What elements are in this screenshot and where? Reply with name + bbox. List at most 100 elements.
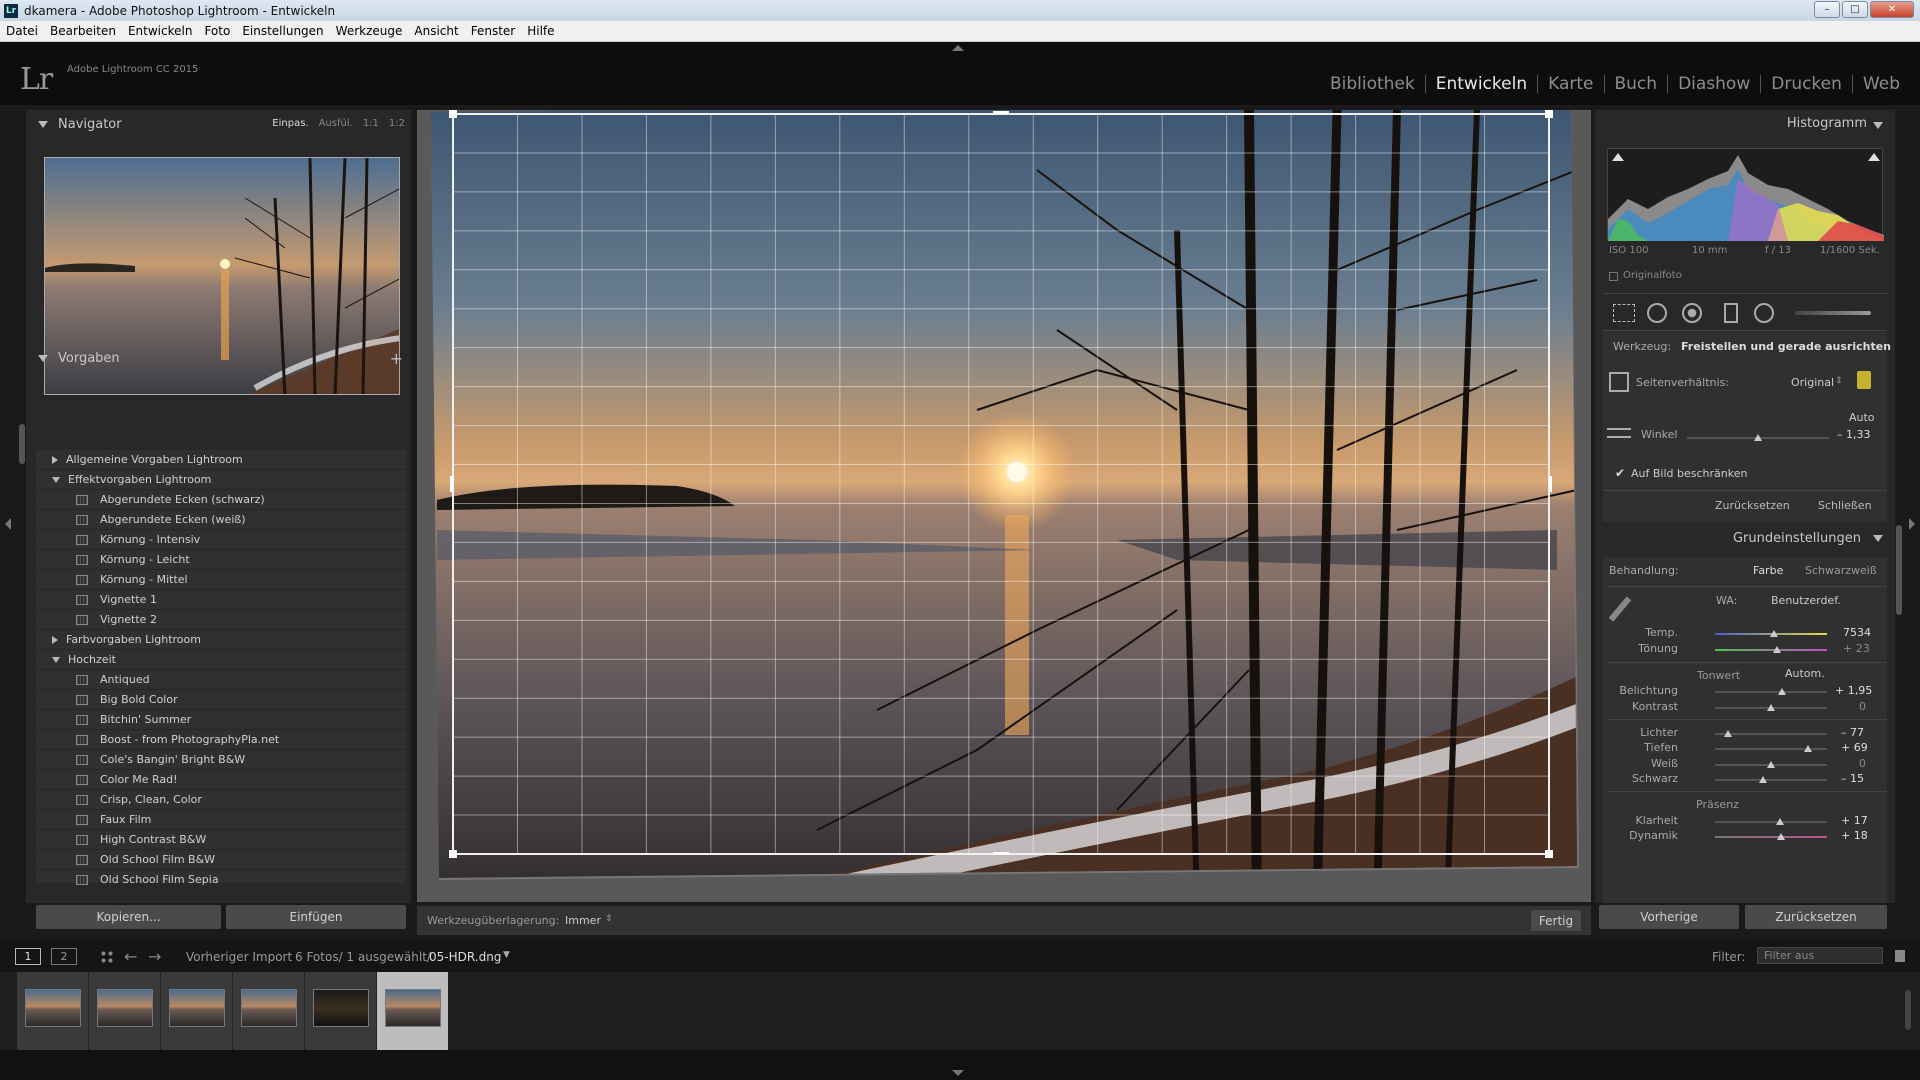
filmstrip-thumbnail[interactable] (305, 972, 377, 1050)
zoom-1-1[interactable]: 1:1 (363, 118, 379, 129)
dropdown-arrow-icon[interactable]: ▼ (503, 950, 510, 960)
filmstrip-thumbnail[interactable] (89, 972, 161, 1050)
right-panel-scrollbar[interactable] (1896, 525, 1902, 615)
preset-item[interactable]: Vignette 1 (36, 590, 406, 610)
treatment-color[interactable]: Farbe (1753, 564, 1783, 577)
aspect-select[interactable]: Original (1791, 376, 1834, 389)
preset-item[interactable]: Color Me Rad! (36, 770, 406, 790)
preset-item[interactable]: Crisp, Clean, Color (36, 790, 406, 810)
exposure-slider[interactable] (1715, 688, 1827, 695)
zoom-fill[interactable]: Ausfül. (319, 118, 353, 129)
preset-item[interactable]: Old School Film B&W (36, 850, 406, 870)
menu-einstellungen[interactable]: Einstellungen (242, 24, 323, 38)
highlights-slider[interactable] (1715, 730, 1827, 737)
tool-overlay-select[interactable]: Immer (565, 914, 601, 927)
crop-tool-icon[interactable] (1613, 304, 1635, 322)
collapse-triangle-icon[interactable] (1873, 122, 1883, 129)
module-drucken[interactable]: Drucken (1761, 74, 1852, 94)
menu-entwickeln[interactable]: Entwickeln (128, 24, 192, 38)
done-button[interactable]: Fertig (1531, 910, 1581, 931)
red-eye-icon[interactable] (1682, 303, 1702, 323)
preset-item[interactable]: Big Bold Color (36, 690, 406, 710)
tint-value[interactable]: + 23 (1843, 642, 1870, 655)
expanded-triangle-icon[interactable] (52, 476, 60, 483)
angle-value[interactable]: – 1,33 (1837, 428, 1871, 441)
module-bibliothek[interactable]: Bibliothek (1320, 74, 1425, 94)
treatment-bw[interactable]: Schwarzweiß (1805, 564, 1877, 577)
preset-item[interactable]: Cole's Bangin' Bright B&W (36, 750, 406, 770)
reset-all-button[interactable]: Zurücksetzen (1745, 905, 1887, 929)
temp-value[interactable]: 7534 (1843, 626, 1871, 639)
whites-slider[interactable] (1715, 761, 1827, 768)
crop-frame-icon[interactable] (1609, 372, 1629, 392)
close-button[interactable]: ✕ (1870, 1, 1914, 18)
menu-foto[interactable]: Foto (204, 24, 230, 38)
module-diashow[interactable]: Diashow (1668, 74, 1760, 94)
exposure-value[interactable]: + 1,95 (1835, 684, 1872, 697)
collapse-bottom-arrow-icon[interactable] (952, 1070, 964, 1076)
constrain-checkbox-icon[interactable]: ✔ (1615, 466, 1625, 480)
module-entwickeln[interactable]: Entwickeln (1426, 74, 1537, 94)
auto-straighten-button[interactable]: Auto (1849, 411, 1875, 424)
whites-value[interactable]: 0 (1859, 757, 1866, 770)
straighten-tool-icon[interactable] (1607, 428, 1631, 438)
histogram-title[interactable]: Histogramm (1595, 116, 1895, 136)
previous-settings-button[interactable]: Vorherige (1599, 905, 1739, 929)
preset-item[interactable]: Faux Film (36, 810, 406, 830)
paste-settings-button[interactable]: Einfügen (226, 905, 406, 929)
zoom-1-2[interactable]: 1:2 (389, 118, 405, 129)
main-window-button[interactable]: 1 (15, 948, 41, 965)
module-web[interactable]: Web (1853, 74, 1910, 94)
graduated-filter-icon[interactable] (1724, 303, 1738, 323)
preset-item[interactable]: Old School Film Sepia (36, 870, 406, 890)
adjustment-brush-icon[interactable] (1795, 311, 1871, 315)
expanded-triangle-icon[interactable] (52, 656, 60, 663)
preset-folder[interactable]: Hochzeit (36, 650, 406, 670)
collapse-top-arrow-icon[interactable] (952, 45, 964, 51)
crop-overlay-photo[interactable] (417, 106, 1591, 902)
contrast-slider[interactable] (1715, 704, 1827, 711)
collapse-left-arrow-icon[interactable] (5, 518, 11, 530)
zoom-fit[interactable]: Einpas. (272, 118, 308, 129)
minimize-button[interactable]: – (1814, 1, 1840, 18)
filmstrip-thumbnail[interactable] (17, 972, 89, 1050)
preset-item[interactable]: Abgerundete Ecken (weiß) (36, 510, 406, 530)
filmstrip-thumbnail[interactable] (233, 972, 305, 1050)
crop-close-button[interactable]: Schließen (1818, 499, 1872, 512)
left-panel-scrollbar[interactable] (19, 424, 25, 464)
preset-item[interactable]: Abgerundete Ecken (schwarz) (36, 490, 406, 510)
selected-file-name[interactable]: 05-HDR.dng (429, 950, 501, 964)
preset-item[interactable]: Antiqued (36, 670, 406, 690)
back-arrow-icon[interactable]: ← (124, 947, 137, 966)
module-buch[interactable]: Buch (1605, 74, 1668, 94)
preset-item[interactable]: Bitchin' Summer (36, 710, 406, 730)
grid-view-icon[interactable] (100, 950, 114, 964)
preset-item[interactable]: Körnung - Intensiv (36, 530, 406, 550)
maximize-button[interactable]: □ (1842, 1, 1868, 18)
module-karte[interactable]: Karte (1538, 74, 1603, 94)
second-window-button[interactable]: 2 (51, 948, 77, 965)
blacks-slider[interactable] (1715, 776, 1827, 783)
add-preset-button[interactable]: + (390, 349, 403, 368)
temp-slider[interactable] (1715, 630, 1827, 637)
preset-folder[interactable]: Allgemeine Vorgaben Lightroom (36, 450, 406, 470)
collapse-right-arrow-icon[interactable] (1909, 518, 1915, 530)
angle-slider[interactable] (1687, 434, 1829, 441)
navigator-header[interactable]: Navigator Einpas. Ausfül. 1:1 1:2 (26, 110, 411, 138)
filter-select[interactable]: Filter aus (1757, 947, 1883, 964)
filter-lock-icon[interactable] (1895, 950, 1905, 962)
original-photo-row[interactable]: Originalfoto (1595, 270, 1895, 284)
filmstrip-thumbnail[interactable] (161, 972, 233, 1050)
original-photo-checkbox[interactable] (1609, 272, 1618, 281)
histogram-graph[interactable] (1607, 148, 1884, 241)
crop-reset-button[interactable]: Zurücksetzen (1715, 499, 1790, 512)
tint-slider[interactable] (1715, 646, 1827, 653)
wb-select[interactable]: Benutzerdef. (1771, 594, 1841, 607)
collapse-triangle-icon[interactable] (1873, 535, 1883, 542)
vibrance-value[interactable]: + 18 (1841, 829, 1868, 842)
preset-item[interactable]: High Contrast B&W (36, 830, 406, 850)
forward-arrow-icon[interactable]: → (148, 947, 161, 966)
spot-removal-icon[interactable] (1647, 303, 1667, 323)
menu-fenster[interactable]: Fenster (471, 24, 516, 38)
preset-folder[interactable]: Effektvorgaben Lightroom (36, 470, 406, 490)
